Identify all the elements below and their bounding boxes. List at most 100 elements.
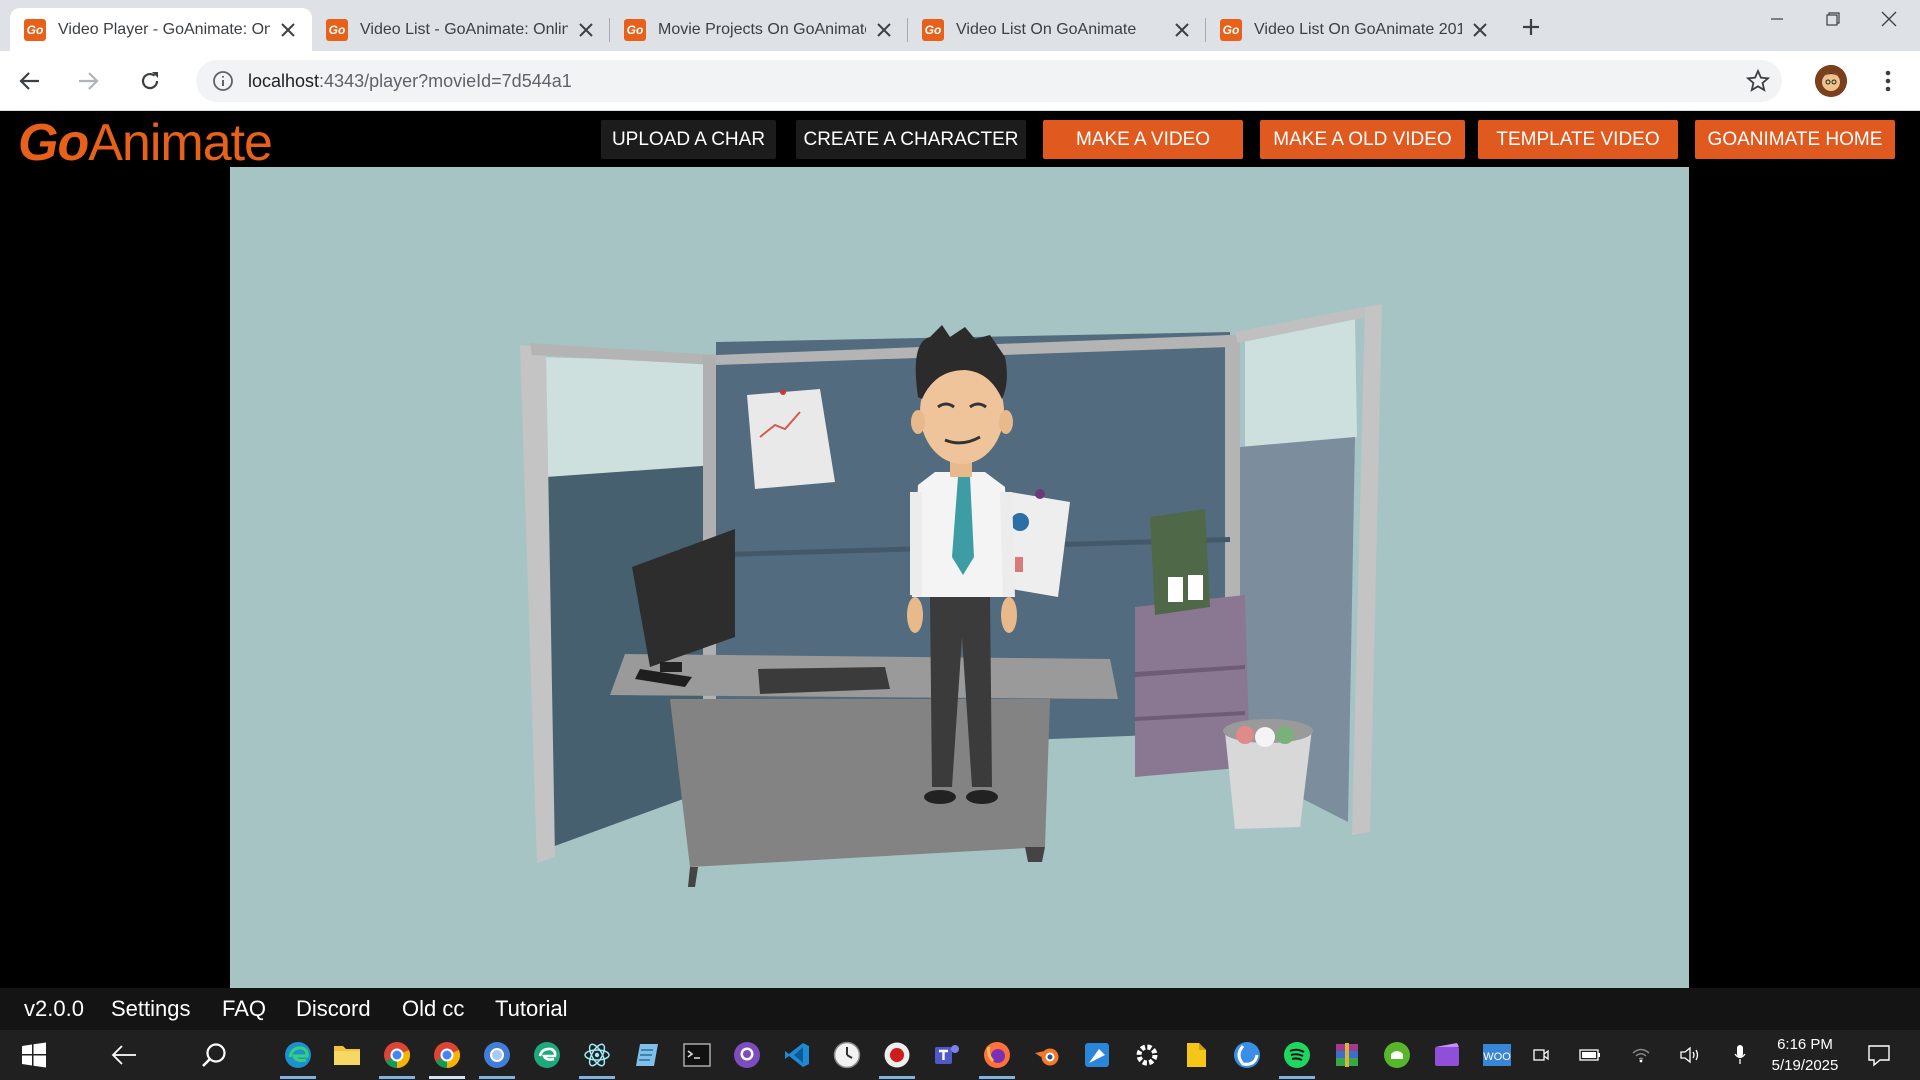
windows-logo-icon	[22, 1042, 46, 1068]
url-text[interactable]: localhost:4343/player?movieId=7d544a1	[248, 71, 572, 92]
make-video-button[interactable]: MAKE A VIDEO	[1043, 120, 1243, 159]
tutorial-link[interactable]: Tutorial	[495, 996, 568, 1022]
old-cc-link[interactable]: Old cc	[402, 996, 464, 1022]
electron-icon[interactable]	[581, 1039, 613, 1071]
close-icon[interactable]	[276, 18, 300, 42]
video-scene	[520, 304, 1382, 887]
close-icon[interactable]	[872, 18, 896, 42]
tab-video-list[interactable]: Go Video List - GoAnimate: Online	[312, 8, 610, 51]
notepad-icon[interactable]	[631, 1039, 663, 1071]
running-indicator	[379, 1076, 415, 1079]
windows-taskbar: WOO 6:16 PM 5/19/2025	[0, 1030, 1920, 1080]
teams-icon[interactable]	[931, 1039, 963, 1071]
trash-bin	[1223, 719, 1313, 829]
tab-video-list-2[interactable]: Go Video List On GoAnimate	[908, 8, 1206, 51]
new-tab-button[interactable]	[1516, 12, 1546, 42]
tab-video-player[interactable]: Go Video Player - GoAnimate: Onl	[10, 8, 312, 51]
make-old-video-button[interactable]: MAKE A OLD VIDEO	[1260, 120, 1465, 159]
chromium-icon[interactable]	[481, 1039, 513, 1071]
winrar-icon[interactable]	[1331, 1039, 1363, 1071]
discord-link[interactable]: Discord	[296, 996, 371, 1022]
firefox-icon[interactable]	[981, 1039, 1013, 1071]
tab-movie-projects[interactable]: Go Movie Projects On GoAnimate	[610, 8, 908, 51]
browser-icon[interactable]	[1231, 1039, 1263, 1071]
settings-icon[interactable]	[1131, 1039, 1163, 1071]
tab-title: Video List On GoAnimate	[956, 20, 1137, 38]
paint-icon[interactable]	[1081, 1039, 1113, 1071]
battery-icon[interactable]	[1574, 1039, 1606, 1071]
wall-chart-poster	[747, 389, 835, 489]
window-close-button[interactable]	[1866, 4, 1912, 34]
goanimate-home-button[interactable]: GOANIMATE HOME	[1695, 120, 1895, 159]
back-button[interactable]	[12, 63, 48, 99]
close-icon[interactable]	[574, 18, 598, 42]
upload-char-button[interactable]: UPLOAD A CHAR	[601, 120, 776, 159]
create-character-button[interactable]: CREATE A CHARACTER	[796, 120, 1026, 159]
tab-video-list-2015[interactable]: Go Video List On GoAnimate 2015	[1206, 8, 1504, 51]
taskbar-clock[interactable]: 6:16 PM 5/19/2025	[1762, 1034, 1848, 1076]
svg-text:WOO: WOO	[1483, 1051, 1511, 1063]
logo-go: Go	[18, 114, 89, 172]
wifi-icon[interactable]	[1625, 1039, 1657, 1071]
minimize-button[interactable]	[1754, 4, 1800, 34]
microphone-icon[interactable]	[1724, 1039, 1756, 1071]
close-icon[interactable]	[1468, 18, 1492, 42]
start-button[interactable]	[18, 1039, 50, 1071]
files-icon[interactable]	[1181, 1039, 1213, 1071]
settings-link[interactable]: Settings	[111, 996, 191, 1022]
tab-title: Video List - GoAnimate: Online	[360, 20, 568, 38]
woo-icon[interactable]: WOO	[1481, 1039, 1513, 1071]
arrow-right-icon	[79, 72, 99, 90]
clock-app-icon[interactable]	[831, 1039, 863, 1071]
android-icon[interactable]	[1381, 1039, 1413, 1071]
github-desktop-icon[interactable]	[731, 1039, 763, 1071]
terminal-icon[interactable]	[681, 1039, 713, 1071]
running-indicator	[479, 1076, 515, 1079]
browser-toolbar: localhost:4343/player?movieId=7d544a1	[0, 51, 1920, 111]
info-icon[interactable]	[212, 70, 234, 92]
chrome-icon[interactable]	[431, 1039, 463, 1071]
restore-icon	[1826, 12, 1840, 26]
notification-icon[interactable]	[1866, 1042, 1892, 1068]
running-indicator	[1279, 1076, 1315, 1079]
address-bar[interactable]: localhost:4343/player?movieId=7d544a1	[196, 60, 1782, 102]
template-video-button[interactable]: TEMPLATE VIDEO	[1478, 120, 1678, 159]
forward-button[interactable]	[70, 63, 106, 99]
blender-icon[interactable]	[1031, 1039, 1063, 1071]
edge-dev-icon[interactable]	[531, 1039, 563, 1071]
chrome-icon[interactable]	[381, 1039, 413, 1071]
volume-icon[interactable]	[1674, 1039, 1706, 1071]
meet-now-icon[interactable]	[1525, 1039, 1557, 1071]
profile-avatar[interactable]	[1815, 65, 1847, 97]
tab-title: Video Player - GoAnimate: Onl	[58, 20, 270, 38]
video-player[interactable]	[230, 167, 1689, 988]
faq-link[interactable]: FAQ	[222, 996, 266, 1022]
tab-title: Video List On GoAnimate 2015	[1254, 20, 1462, 38]
plus-icon	[1523, 19, 1539, 35]
video-editor-icon[interactable]	[1431, 1039, 1463, 1071]
spotify-icon[interactable]	[1281, 1039, 1313, 1071]
bookmark-star-icon[interactable]	[1746, 69, 1770, 93]
clock-time: 6:16 PM	[1777, 1036, 1833, 1053]
clock-date: 5/19/2025	[1771, 1057, 1839, 1074]
more-vert-icon	[1885, 70, 1891, 92]
close-icon[interactable]	[1170, 18, 1194, 42]
file-explorer-icon[interactable]	[331, 1039, 363, 1071]
running-indicator	[579, 1076, 615, 1079]
avatar-icon	[1815, 65, 1847, 97]
search-button[interactable]	[198, 1039, 230, 1071]
vscode-icon[interactable]	[781, 1039, 813, 1071]
goanimate-favicon-icon: Go	[24, 18, 46, 41]
running-indicator	[280, 1076, 316, 1079]
back-nav-button[interactable]	[108, 1039, 140, 1071]
browser-menu-button[interactable]	[1876, 63, 1900, 99]
reload-button[interactable]	[132, 63, 168, 99]
restore-button[interactable]	[1810, 4, 1856, 34]
minimize-icon	[1771, 18, 1783, 20]
record-icon[interactable]	[881, 1039, 913, 1071]
goanimate-logo[interactable]: GoAnimate	[18, 113, 273, 173]
reload-icon	[141, 72, 159, 90]
goanimate-favicon-icon: Go	[326, 18, 348, 41]
edge-icon[interactable]	[282, 1039, 314, 1071]
goanimate-favicon-icon: Go	[624, 18, 646, 41]
